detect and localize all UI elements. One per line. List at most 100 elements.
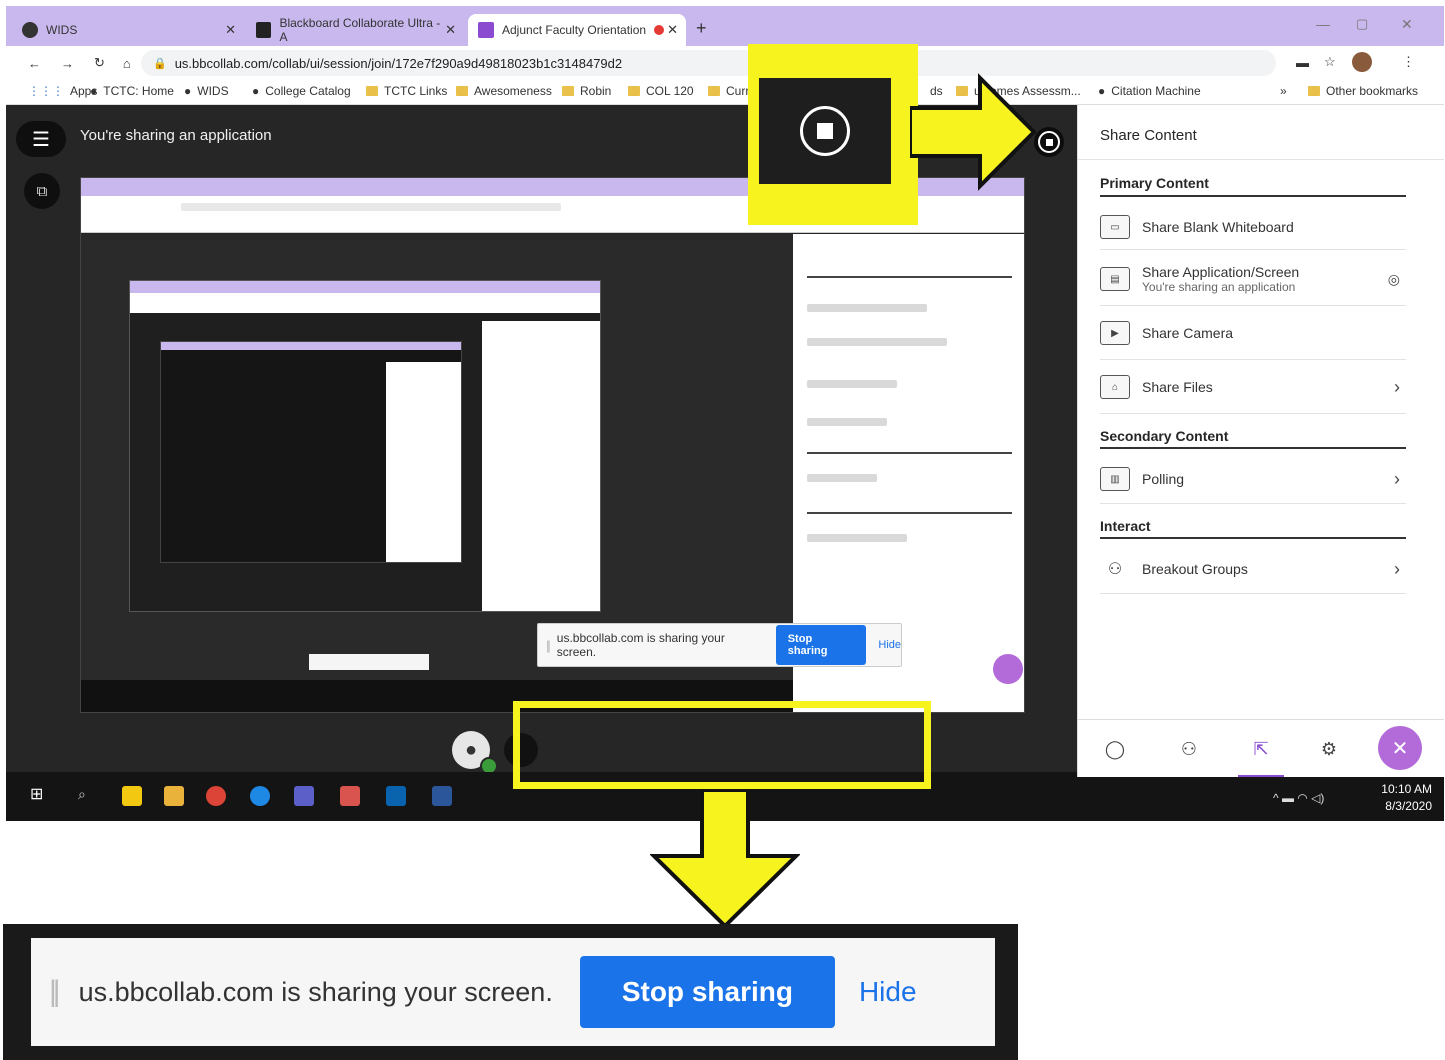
- folder-icon: [366, 86, 378, 96]
- outlook-icon[interactable]: [386, 786, 406, 806]
- bookmark-citation-machine[interactable]: ● Citation Machine: [1098, 84, 1201, 98]
- breakout-groups[interactable]: ⚇ Breakout Groups ›: [1100, 551, 1406, 587]
- bookmarks-bar: ⋮⋮⋮ Apps ● TCTC: Home ● WIDS ● College Catal…: [6, 80, 1444, 105]
- maximize-icon[interactable]: ▢: [1356, 16, 1368, 32]
- chevron-right-icon: ›: [1394, 376, 1400, 397]
- divider: [1100, 249, 1406, 250]
- bookmark-star-icon[interactable]: ☆: [1324, 54, 1336, 70]
- session-menu-button[interactable]: ☰: [16, 121, 66, 157]
- tray-icons[interactable]: ^ ▬ ◠ ◁): [1273, 791, 1324, 805]
- cast-icon[interactable]: ▬: [1296, 55, 1309, 70]
- bookmark-apps[interactable]: ⋮⋮⋮ Apps: [28, 84, 97, 98]
- interact-heading: Interact: [1100, 518, 1151, 534]
- share-camera[interactable]: ▶ Share Camera: [1100, 315, 1406, 351]
- bookmark-col-120[interactable]: COL 120: [628, 84, 694, 98]
- tab-title: Adjunct Faculty Orientation: [502, 23, 647, 37]
- bookmark-robin[interactable]: Robin: [562, 84, 611, 98]
- teams-icon[interactable]: [294, 786, 314, 806]
- bookmark-college-catalog[interactable]: ● College Catalog: [252, 84, 351, 98]
- attendees-icon[interactable]: ⚇: [1174, 734, 1204, 764]
- bookmark-wids[interactable]: ● WIDS: [184, 84, 229, 98]
- home-icon[interactable]: ⌂: [123, 56, 131, 71]
- address-bar[interactable]: 🔒 us.bbcollab.com/collab/ui/session/join…: [141, 50, 1276, 76]
- stop-icon: [1038, 131, 1060, 153]
- divider: [1100, 195, 1406, 197]
- new-tab-button[interactable]: +: [696, 18, 707, 39]
- bookmark-other[interactable]: Other bookmarks: [1308, 84, 1418, 98]
- menu-kebab-icon[interactable]: ⋮: [1402, 54, 1415, 70]
- hide-button[interactable]: Hide: [859, 976, 917, 1008]
- close-panel-button[interactable]: ✕: [1378, 726, 1422, 770]
- item-label: Polling: [1142, 471, 1185, 487]
- share-content-icon[interactable]: ⇱: [1246, 734, 1276, 764]
- divider: [1100, 447, 1406, 449]
- bookmarks-overflow[interactable]: »: [1280, 84, 1287, 98]
- share-message: us.bbcollab.com is sharing your screen.: [556, 631, 725, 659]
- stop-sharing-button[interactable]: Stop sharing: [579, 956, 835, 1028]
- bookmark-awesomeness[interactable]: Awesomeness: [456, 84, 552, 98]
- tab-blackboard[interactable]: Blackboard Collaborate Ultra - A ✕: [246, 14, 464, 46]
- tab-wids[interactable]: WIDS ✕: [12, 14, 244, 46]
- settings-gear-icon[interactable]: ⚙: [1314, 734, 1344, 764]
- chat-icon[interactable]: ◯: [1100, 734, 1130, 764]
- drag-handle-icon[interactable]: ||: [546, 638, 551, 653]
- close-icon[interactable]: ✕: [667, 22, 678, 38]
- divider: [1100, 305, 1406, 306]
- sharing-active-icon: ◎: [1387, 270, 1400, 287]
- close-icon[interactable]: ✕: [445, 22, 456, 38]
- taskbar-clock[interactable]: 10:10 AM 8/3/2020: [1381, 781, 1432, 815]
- bookmark-tctc-home[interactable]: ● TCTC: Home: [90, 84, 174, 98]
- tab-title: Blackboard Collaborate Ultra - A: [279, 16, 441, 44]
- bookmark-tctc-links[interactable]: TCTC Links: [366, 84, 447, 98]
- browser-toolbar: ← → ↻ ⌂ 🔒 us.bbcollab.com/collab/ui/sess…: [6, 46, 1444, 80]
- whiteboard-icon: ▭: [1100, 215, 1130, 239]
- apps-grid-icon: ⋮⋮⋮: [28, 84, 64, 98]
- folder-icon: [562, 86, 574, 96]
- content-navigator-icon[interactable]: ⧉: [24, 173, 60, 209]
- word-icon[interactable]: [432, 786, 452, 806]
- window-close-icon[interactable]: ✕: [1401, 16, 1413, 33]
- recording-icon: [654, 25, 665, 35]
- folder-icon: [1308, 86, 1320, 96]
- back-icon[interactable]: ←: [28, 56, 41, 71]
- drag-handle-icon[interactable]: ||: [49, 975, 60, 1009]
- folder-icon: [708, 86, 720, 96]
- minimize-icon[interactable]: —: [1316, 16, 1330, 32]
- bookmark-curri[interactable]: Curri: [708, 84, 752, 98]
- divider: [1078, 159, 1444, 160]
- tab-adjunct-orientation[interactable]: Adjunct Faculty Orientation ✕: [468, 14, 686, 46]
- close-icon[interactable]: ✕: [225, 22, 236, 38]
- share-files[interactable]: ⌂ Share Files ›: [1100, 369, 1406, 405]
- globe-icon: ●: [252, 84, 260, 98]
- item-sublabel: You're sharing an application: [1142, 280, 1296, 294]
- skype-icon[interactable]: [250, 786, 270, 806]
- windows-start-icon[interactable]: ⊞: [30, 784, 50, 804]
- sticky-notes-icon[interactable]: [122, 786, 142, 806]
- hide-button[interactable]: Hide: [878, 639, 901, 651]
- zoomed-stop-icon: [759, 78, 891, 184]
- share-content-panel: Share Content Primary Content ▭ Share Bl…: [1077, 105, 1444, 778]
- zoomed-share-bar-panel: || us.bbcollab.com is sharing your scree…: [3, 924, 1018, 1060]
- search-icon[interactable]: ⌕: [78, 786, 98, 806]
- globe-icon: ●: [1098, 84, 1106, 98]
- secondary-content-heading: Secondary Content: [1100, 428, 1229, 444]
- chrome-icon[interactable]: [206, 786, 226, 806]
- stop-sharing-button[interactable]: Stop sharing: [775, 625, 867, 665]
- stop-icon: [800, 106, 850, 156]
- chevron-right-icon: ›: [1394, 468, 1400, 489]
- files-icon: ⌂: [1100, 375, 1130, 399]
- collaborate-icon: [478, 22, 494, 38]
- forward-icon[interactable]: →: [61, 56, 74, 71]
- share-application-screen[interactable]: ▤ Share Application/Screen You're sharin…: [1100, 259, 1406, 299]
- polling[interactable]: ▥ Polling ›: [1100, 461, 1406, 497]
- share-blank-whiteboard[interactable]: ▭ Share Blank Whiteboard: [1100, 209, 1406, 245]
- panel-footer: ◯ ⚇ ⇱ ⚙ ✕: [1078, 719, 1444, 778]
- reload-icon[interactable]: ↻: [94, 55, 105, 71]
- app-icon[interactable]: [340, 786, 360, 806]
- item-label: Share Blank Whiteboard: [1142, 219, 1294, 235]
- file-explorer-icon[interactable]: [164, 786, 184, 806]
- browser-window: WIDS ✕ Blackboard Collaborate Ultra - A …: [6, 6, 1444, 821]
- divider: [1100, 413, 1406, 414]
- globe-icon: ●: [90, 84, 98, 98]
- profile-avatar[interactable]: [1352, 52, 1372, 72]
